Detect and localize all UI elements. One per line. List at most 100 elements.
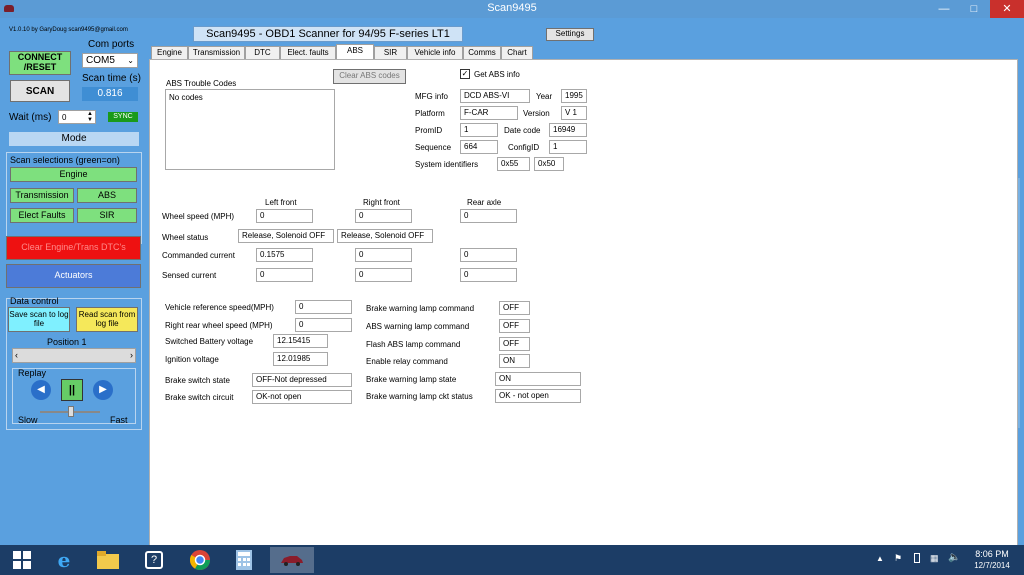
brake-lamp-state-field: ON [495, 372, 581, 386]
clear-abs-codes-button[interactable]: Clear ABS codes [333, 69, 406, 84]
tab-engine[interactable]: Engine [151, 46, 188, 59]
slow-label: Slow [18, 415, 38, 425]
ign-voltage-label: Ignition voltage [165, 355, 219, 364]
taskbar-scan9495[interactable] [270, 547, 314, 573]
wheel-status-label: Wheel status [162, 233, 209, 242]
taskbar-help[interactable]: ? [134, 547, 174, 573]
wait-stepper[interactable]: 0 ▲ ▼ [58, 110, 96, 124]
tab-vehicle-info[interactable]: Vehicle info [407, 46, 463, 59]
clock-date[interactable]: 12/7/2014 [966, 561, 1018, 570]
wait-value: 0 [62, 113, 67, 122]
scroll-right-icon[interactable]: › [130, 350, 133, 360]
pause-icon: || [68, 384, 76, 396]
wait-label: Wait (ms) [9, 112, 52, 123]
sensed-current-rear-axle: 0 [460, 268, 517, 282]
actuators-button[interactable]: Actuators [6, 264, 141, 288]
brake-switch-state-label: Brake switch state [165, 376, 230, 385]
version-label: Version [523, 109, 550, 118]
year-field: 1995 [561, 89, 587, 103]
get-abs-info-label: Get ABS info [474, 70, 520, 79]
brake-warn-cmd-field: OFF [499, 301, 530, 315]
scan-button[interactable]: SCAN [10, 80, 70, 102]
connect-reset-button[interactable]: CONNECT /RESET [9, 51, 71, 75]
sensed-current-left-front: 0 [256, 268, 313, 282]
select-sir-button[interactable]: SIR [77, 208, 137, 223]
taskbar-calculator[interactable] [224, 547, 264, 573]
scroll-left-icon[interactable]: ‹ [15, 350, 18, 360]
settings-button[interactable]: Settings [546, 28, 594, 41]
configid-field: 1 [549, 140, 587, 154]
speed-slider-thumb[interactable] [68, 406, 74, 417]
pause-button[interactable]: || [61, 379, 83, 401]
mfg-info-label: MFG info [415, 92, 448, 101]
version-label: V1.0.10 by GaryDoug scan9495@gmail.com [9, 27, 128, 33]
tab-comms[interactable]: Comms [463, 46, 501, 59]
show-hidden-icons[interactable]: ▲ [876, 554, 884, 563]
mode-label: Mode [9, 132, 139, 146]
close-button[interactable]: ✕ [990, 0, 1024, 18]
minimize-button[interactable]: — [930, 0, 958, 18]
battery-icon[interactable] [914, 553, 920, 563]
save-scan-button[interactable]: Save scan to log file [8, 307, 70, 332]
version-field: V 1 [561, 106, 587, 120]
select-engine-button[interactable]: Engine [10, 167, 137, 182]
start-button[interactable] [2, 547, 42, 573]
brake-switch-circuit-label: Brake switch circuit [165, 393, 234, 402]
wheel-speed-left-front: 0 [256, 209, 313, 223]
wheel-speed-rear-axle: 0 [460, 209, 517, 223]
taskbar-internet-explorer[interactable]: e [44, 547, 84, 573]
tab-elect-faults[interactable]: Elect. faults [280, 46, 336, 59]
batt-voltage-field: 12.15415 [273, 334, 328, 348]
abs-trouble-codes-label: ABS Trouble Codes [166, 79, 237, 88]
flag-icon[interactable]: ⚑ [894, 553, 902, 564]
ign-voltage-field: 12.01985 [273, 352, 328, 366]
play-forward-button[interactable]: ▶ [93, 380, 113, 400]
date-code-label: Date code [504, 126, 541, 135]
scan-selections-label: Scan selections (green=on) [10, 155, 120, 165]
fast-label: Fast [110, 415, 128, 425]
system-id-1-field: 0x55 [497, 157, 530, 171]
volume-icon[interactable]: 🔈 [948, 552, 960, 563]
select-abs-button[interactable]: ABS [77, 188, 137, 203]
taskbar-chrome[interactable] [180, 547, 220, 573]
windows-logo-icon [13, 551, 31, 569]
left-front-header: Left front [265, 198, 297, 207]
tab-dtc[interactable]: DTC [245, 46, 280, 59]
batt-voltage-label: Switched Battery voltage [165, 337, 254, 346]
sensed-current-right-front: 0 [355, 268, 412, 282]
stepper-arrows-icon[interactable]: ▲ ▼ [87, 111, 93, 123]
relay-cmd-field: ON [499, 354, 530, 368]
wheel-speed-label: Wheel speed (MPH) [162, 212, 235, 221]
tab-chart[interactable]: Chart [501, 46, 533, 59]
maximize-button[interactable]: □ [960, 0, 988, 18]
select-elect-faults-button[interactable]: Elect Faults [10, 208, 74, 223]
commanded-current-left-front: 0.1575 [256, 248, 313, 262]
chrome-icon [190, 550, 210, 570]
get-abs-info-checkbox[interactable]: ✓ [460, 69, 470, 79]
network-icon[interactable]: ▦ [930, 553, 939, 564]
brake-warn-cmd-label: Brake warning lamp command [366, 304, 475, 313]
sync-indicator: SYNC [108, 112, 138, 122]
flash-abs-cmd-label: Flash ABS lamp command [366, 340, 461, 349]
brake-lamp-state-label: Brake warning lamp state [366, 375, 457, 384]
tab-sir[interactable]: SIR [374, 46, 407, 59]
taskbar-file-explorer[interactable] [88, 547, 128, 573]
tab-transmission[interactable]: Transmission [188, 46, 245, 59]
clear-engine-trans-dtcs-button[interactable]: Clear Engine/Trans DTC's [6, 236, 141, 260]
wheel-speed-right-front: 0 [355, 209, 412, 223]
position-scrollbar[interactable]: ‹ › [12, 348, 136, 363]
tab-abs[interactable]: ABS [336, 44, 374, 60]
clock-time[interactable]: 8:06 PM [966, 549, 1018, 559]
play-icon: ▶ [99, 384, 107, 395]
checkmark-icon: ✓ [461, 69, 469, 78]
data-control-label: Data control [10, 296, 59, 306]
scan-time-label: Scan time (s) [82, 73, 141, 84]
rewind-button[interactable]: ◀ [31, 380, 51, 400]
sequence-label: Sequence [415, 143, 452, 152]
internet-explorer-icon: e [57, 548, 71, 572]
system-identifiers-label: System identifiers [415, 160, 479, 169]
wheel-status-right-front: Release, Solenoid OFF [337, 229, 433, 243]
com-port-select[interactable]: COM5 ⌄ [82, 53, 138, 68]
select-transmission-button[interactable]: Transmission [10, 188, 74, 203]
read-scan-button[interactable]: Read scan from log file [76, 307, 138, 332]
